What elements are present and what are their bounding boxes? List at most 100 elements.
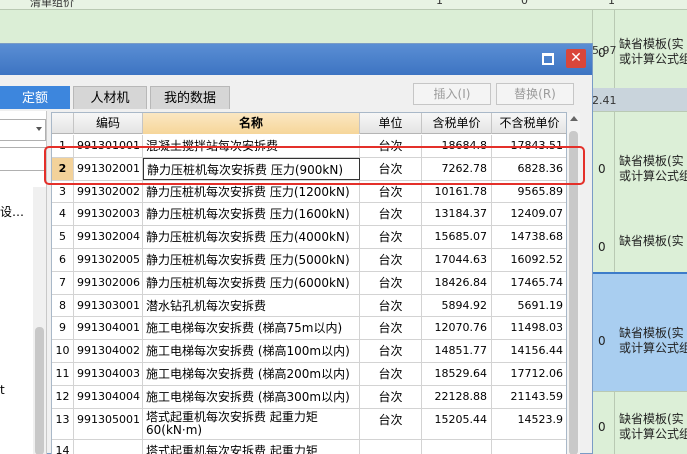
insert-button[interactable]: 插入(I) <box>413 83 491 105</box>
row-price-notax[interactable]: 12409.07 <box>492 203 566 225</box>
row-name[interactable]: 静力压桩机每次安拆费 压力(4000kN) <box>143 226 360 248</box>
row-unit[interactable] <box>360 439 422 454</box>
row-unit[interactable]: 台次 <box>360 249 422 271</box>
replace-button[interactable]: 替换(R) <box>496 83 574 105</box>
row-name[interactable]: 静力压桩机每次安拆费 压力(5000kN) <box>143 249 360 271</box>
tree-item[interactable]: 设… <box>0 203 24 220</box>
row-unit[interactable]: 台次 <box>360 408 422 439</box>
row-price-notax[interactable]: 16092.52 <box>492 249 566 271</box>
row-name[interactable]: 施工电梯每次安拆费 (梯高200m以内) <box>143 363 360 385</box>
header-price-tax[interactable]: 含税单价 <box>422 113 492 134</box>
row-price-tax[interactable]: 5894.92 <box>422 294 492 317</box>
row-name[interactable]: 塔式起重机每次安拆费 起重力矩 <box>143 439 360 454</box>
tree-item[interactable]: t <box>0 383 5 397</box>
row-name[interactable]: 塔式起重机每次安拆费 起重力矩 60(kN·m) <box>143 408 360 439</box>
table-row[interactable]: 14 塔式起重机每次安拆费 起重力矩 <box>52 439 566 454</box>
row-name[interactable]: 施工电梯每次安拆费 (梯高300m以内) <box>143 385 360 408</box>
row-code[interactable]: 991305001 <box>74 408 143 439</box>
bg-desc: 缺省模板(实 或计算公式组 <box>619 326 687 356</box>
row-code[interactable]: 991303001 <box>74 294 143 317</box>
left-scrollbar-thumb[interactable] <box>35 327 44 454</box>
row-code[interactable]: 991302006 <box>74 271 143 294</box>
row-price-tax[interactable]: 15685.07 <box>422 226 492 248</box>
table-row[interactable]: 8 991303001 潜水钻孔机每次安拆费 台次 5894.92 5691.1… <box>52 294 566 318</box>
row-number: 12 <box>52 385 74 408</box>
table-header: 编码 名称 单位 含税单价 不含税单价 <box>52 113 566 134</box>
row-code[interactable]: 991304003 <box>74 363 143 385</box>
row-price-notax[interactable]: 14523.9 <box>492 409 566 439</box>
row-price-notax[interactable]: 14738.68 <box>492 226 566 248</box>
table-row[interactable]: 12 991304004 施工电梯每次安拆费 (梯高300m以内) 台次 221… <box>52 385 566 409</box>
header-price-notax[interactable]: 不含税单价 <box>492 113 566 134</box>
row-name[interactable]: 潜水钻孔机每次安拆费 <box>143 294 360 317</box>
header-name[interactable]: 名称 <box>143 113 360 134</box>
row-price-tax[interactable]: 12070.76 <box>422 317 492 340</box>
row-unit[interactable]: 台次 <box>360 340 422 362</box>
row-price-tax[interactable]: 15205.44 <box>422 408 492 439</box>
row-price-tax[interactable]: 14851.77 <box>422 340 492 362</box>
row-price-notax[interactable]: 14156.44 <box>492 340 566 362</box>
row-price-notax[interactable] <box>492 440 566 454</box>
bg-desc-line: 缺省模板(实 <box>619 412 684 426</box>
dialog-titlebar[interactable]: ✕ <box>0 44 592 75</box>
table-row[interactable]: 7 991302006 静力压桩机每次安拆费 压力(6000kN) 台次 184… <box>52 271 566 295</box>
row-code[interactable]: 991302003 <box>74 203 143 226</box>
row-name[interactable]: 静力压桩机每次安拆费 压力(1600kN) <box>143 203 360 226</box>
row-price-tax[interactable]: 22128.88 <box>422 385 492 408</box>
table-row[interactable]: 13 991305001 塔式起重机每次安拆费 起重力矩 60(kN·m) 台次… <box>52 408 566 440</box>
row-name[interactable]: 施工电梯每次安拆费 (梯高100m以内) <box>143 340 360 362</box>
row-price-notax[interactable]: 17465.74 <box>492 272 566 294</box>
table-row[interactable]: 5 991302004 静力压桩机每次安拆费 压力(4000kN) 台次 156… <box>52 226 566 249</box>
header-unit[interactable]: 单位 <box>360 113 422 134</box>
row-price-notax[interactable]: 17712.06 <box>492 363 566 385</box>
row-price-notax[interactable]: 21143.59 <box>492 386 566 408</box>
bg-zero: 0 <box>598 162 606 176</box>
row-code[interactable] <box>74 439 143 454</box>
row-name[interactable]: 施工电梯每次安拆费 (梯高75m以内) <box>143 317 360 340</box>
row-code[interactable]: 991304004 <box>74 385 143 408</box>
row-price-notax[interactable]: 11498.03 <box>492 317 566 339</box>
table-row[interactable]: 4 991302003 静力压桩机每次安拆费 压力(1600kN) 台次 131… <box>52 203 566 227</box>
row-price-notax[interactable]: 5691.19 <box>492 295 566 317</box>
row-unit[interactable]: 台次 <box>360 363 422 385</box>
close-button[interactable]: ✕ <box>566 49 586 68</box>
tab-quota[interactable]: 定额 <box>0 86 70 109</box>
row-number: 8 <box>52 294 74 317</box>
row-price-tax[interactable]: 18426.84 <box>422 271 492 294</box>
row-name[interactable]: 静力压桩机每次安拆费 压力(6000kN) <box>143 271 360 294</box>
row-unit[interactable]: 台次 <box>360 294 422 317</box>
bg-zero: 0 <box>598 46 606 60</box>
row-code[interactable]: 991304002 <box>74 340 143 362</box>
category-dropdown[interactable] <box>0 119 46 141</box>
table-row[interactable]: 11 991304003 施工电梯每次安拆费 (梯高200m以内) 台次 185… <box>52 363 566 386</box>
row-code[interactable]: 991302004 <box>74 226 143 248</box>
row-unit[interactable]: 台次 <box>360 385 422 408</box>
chevron-down-icon <box>36 127 42 131</box>
bg-desc-line: 或计算公式组 <box>619 341 687 355</box>
maximize-icon[interactable] <box>542 53 554 65</box>
bg-desc: 缺省模板(实 或计算公式组 <box>619 154 687 184</box>
bg-desc: 缺省模板(实 <box>619 234 684 249</box>
row-price-tax[interactable]: 13184.37 <box>422 203 492 226</box>
row-unit[interactable]: 台次 <box>360 317 422 340</box>
row-code[interactable]: 991304001 <box>74 317 143 340</box>
tab-my-data[interactable]: 我的数据 <box>150 86 230 109</box>
header-code[interactable]: 编码 <box>74 113 143 134</box>
scroll-up-icon[interactable] <box>570 116 578 121</box>
bg-desc-line: 或计算公式组 <box>619 52 687 66</box>
tab-labor-material[interactable]: 人材机 <box>73 86 147 109</box>
row-code[interactable]: 991302005 <box>74 249 143 271</box>
bg-top-value: 1 <box>608 0 615 7</box>
table-row[interactable]: 10 991304002 施工电梯每次安拆费 (梯高100m以内) 台次 148… <box>52 340 566 363</box>
row-price-tax[interactable]: 18529.64 <box>422 363 492 385</box>
row-unit[interactable]: 台次 <box>360 203 422 226</box>
table-row[interactable]: 6 991302005 静力压桩机每次安拆费 压力(5000kN) 台次 170… <box>52 249 566 272</box>
row-price-tax[interactable]: 17044.63 <box>422 249 492 271</box>
search-input[interactable] <box>0 147 46 171</box>
bg-desc-line: 缺省模板(实 <box>619 37 684 51</box>
left-scrollbar[interactable] <box>33 187 46 454</box>
row-price-tax[interactable] <box>422 439 492 454</box>
row-unit[interactable]: 台次 <box>360 226 422 248</box>
row-unit[interactable]: 台次 <box>360 271 422 294</box>
table-row[interactable]: 9 991304001 施工电梯每次安拆费 (梯高75m以内) 台次 12070… <box>52 317 566 341</box>
